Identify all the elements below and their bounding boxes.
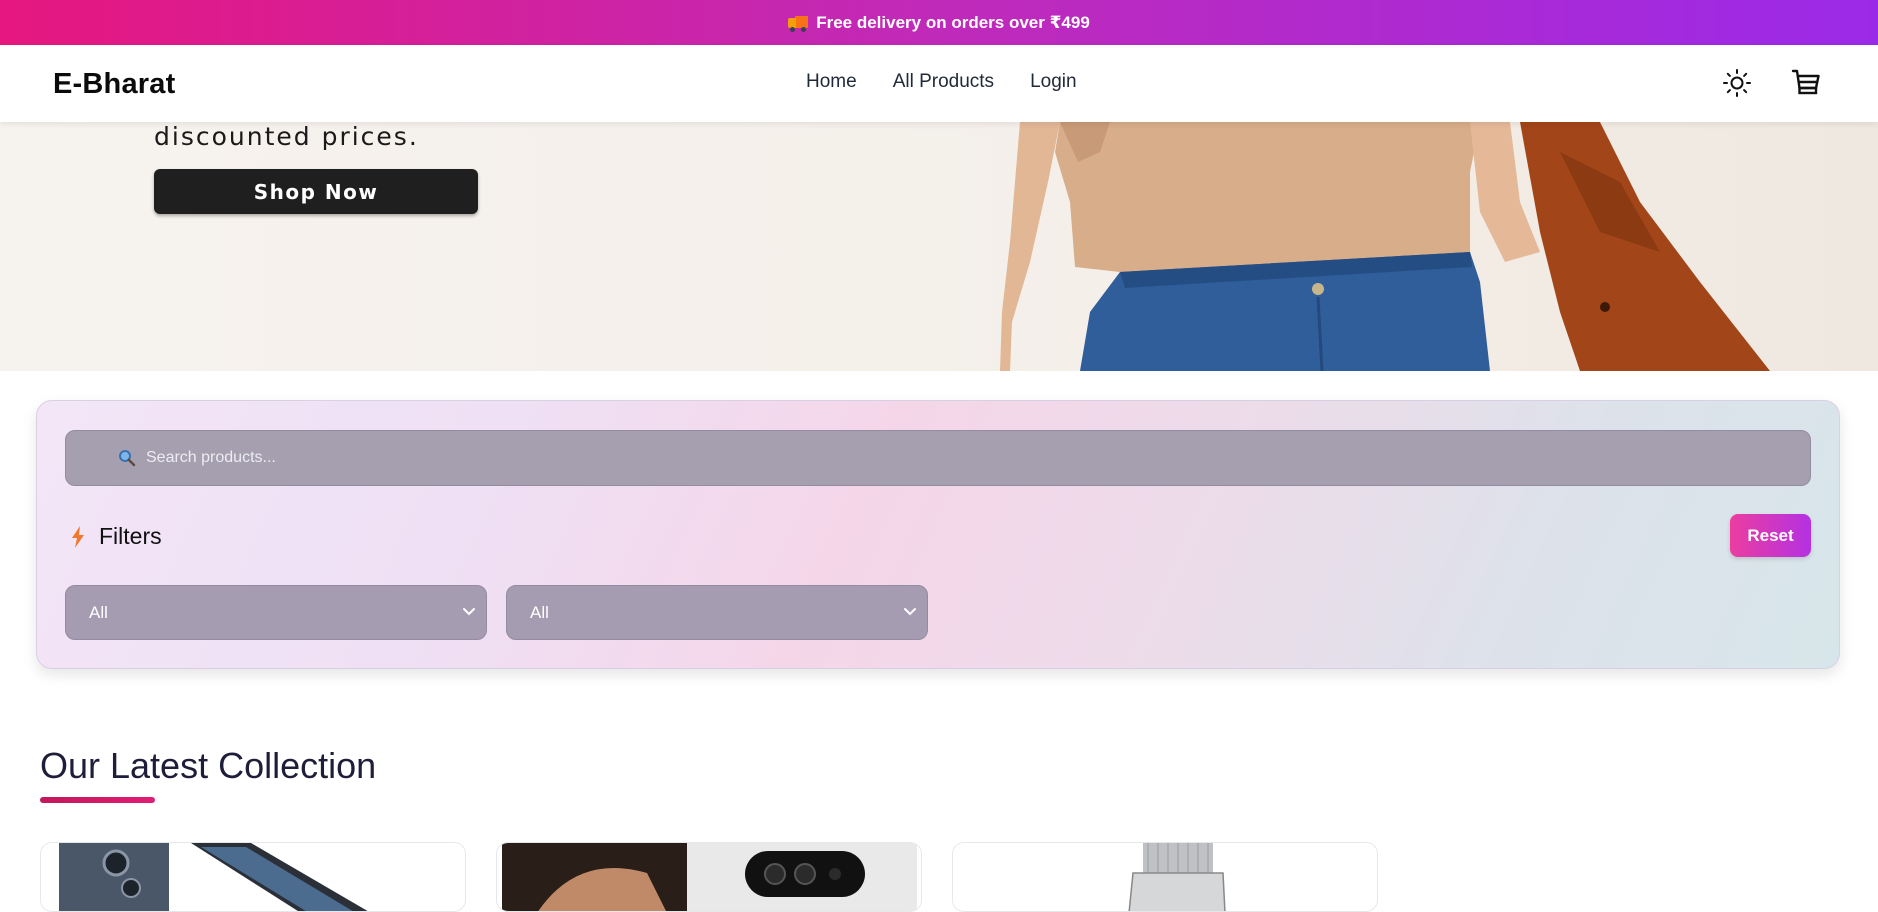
phone-product-image [41, 843, 465, 911]
hero-tagline: discounted prices. [154, 122, 419, 151]
filters-header: Filters [71, 523, 162, 550]
cart-icon[interactable] [1790, 67, 1822, 99]
filters-title: Filters [99, 523, 162, 549]
chevron-down-icon [904, 608, 916, 616]
announcement-text: Free delivery on orders over ₹499 [816, 12, 1090, 32]
nav-link-all-products[interactable]: All Products [893, 71, 994, 93]
product-card[interactable] [496, 842, 922, 912]
nav-link-login[interactable]: Login [1030, 71, 1077, 93]
nav-link-home[interactable]: Home [806, 71, 857, 93]
nav-links: Home All Products Login [806, 71, 1113, 93]
category-select[interactable]: All [65, 585, 487, 640]
lightning-icon [72, 525, 84, 548]
price-select[interactable]: All [506, 585, 928, 640]
search-input[interactable] [146, 449, 1810, 467]
search-box [65, 430, 1811, 486]
chevron-down-icon [463, 608, 475, 616]
theme-toggle-sun-icon[interactable] [1721, 67, 1753, 99]
announcement-bar: Free delivery on orders over ₹499 [0, 0, 1878, 45]
hero-banner: discounted prices. Shop Now [0, 122, 1878, 371]
product-card[interactable] [952, 842, 1378, 912]
phone-camera-product-image [497, 843, 921, 911]
delivery-truck-icon [788, 15, 809, 32]
watch-product-image [953, 843, 1377, 911]
navbar: E-Bharat Home All Products Login [0, 45, 1878, 122]
hero-model-image [1000, 122, 1770, 371]
category-select-value: All [89, 602, 108, 622]
search-icon [119, 450, 136, 467]
filter-panel: Filters Reset All All [36, 400, 1840, 669]
title-underline [40, 797, 155, 803]
reset-button[interactable]: Reset [1730, 514, 1811, 557]
collection-title: Our Latest Collection [40, 745, 377, 786]
product-card[interactable] [40, 842, 466, 912]
shop-now-button[interactable]: Shop Now [154, 169, 478, 214]
brand-logo[interactable]: E-Bharat [53, 68, 175, 101]
price-select-value: All [530, 602, 549, 622]
